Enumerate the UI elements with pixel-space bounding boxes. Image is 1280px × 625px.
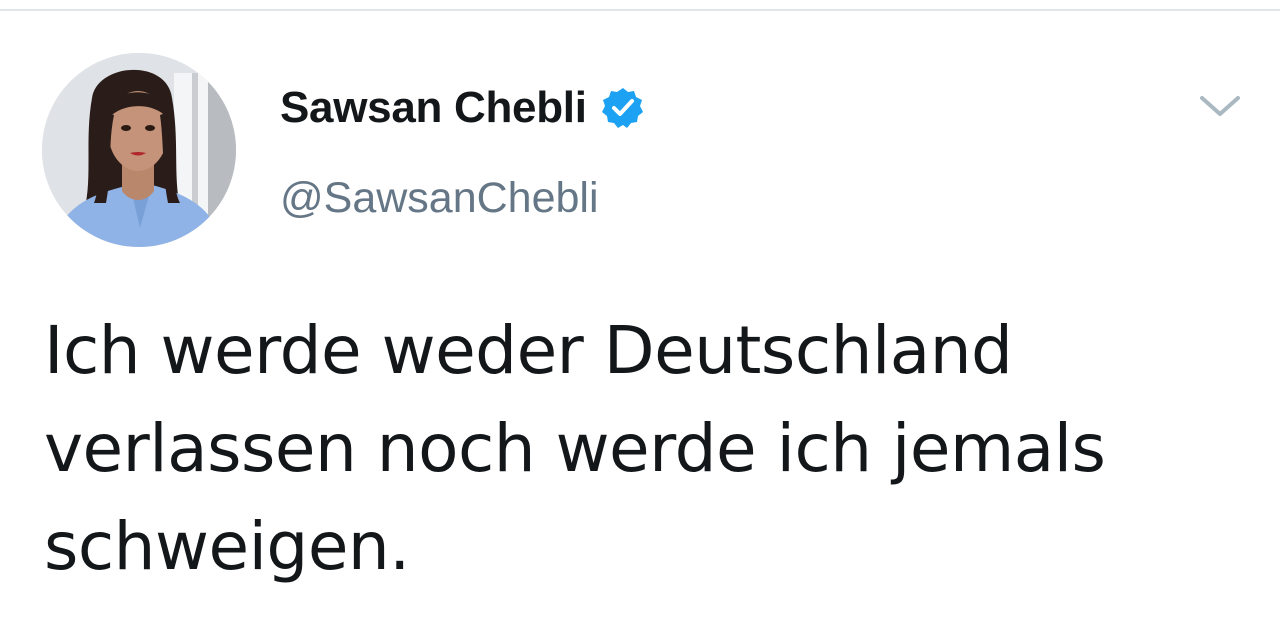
display-name[interactable]: Sawsan Chebli <box>280 83 587 133</box>
avatar[interactable] <box>42 53 236 247</box>
avatar-photo <box>42 53 236 247</box>
chevron-down-icon[interactable] <box>1196 86 1244 126</box>
user-handle[interactable]: @SawsanChebli <box>280 174 645 223</box>
verified-badge-icon <box>601 86 645 130</box>
tweet-header: Sawsan Chebli @SawsanChebli <box>280 76 645 223</box>
tweet-text: Ich werde weder Deutschland verlassen no… <box>44 312 1106 585</box>
name-row: Sawsan Chebli <box>280 76 645 140</box>
tweet-card: Sawsan Chebli @SawsanChebli Ich werde we… <box>0 0 1280 625</box>
